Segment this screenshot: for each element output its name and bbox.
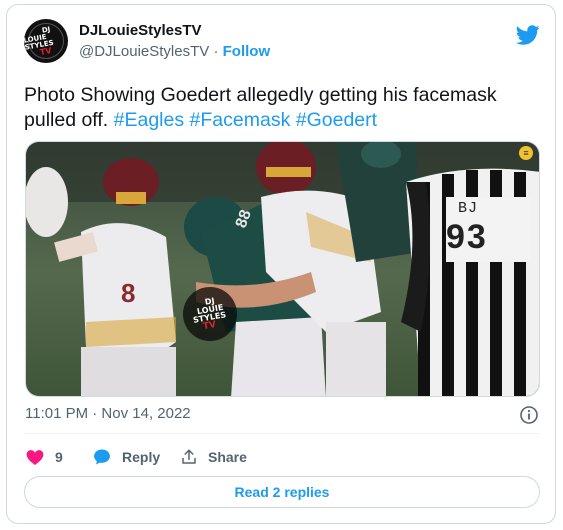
author-handle[interactable]: @DJLouieStylesTV (79, 43, 209, 60)
share-button[interactable]: Share (180, 446, 247, 468)
tweet-photo[interactable]: 8 88 BJ 93 DJ LOUIE STYLES TV ≡ (25, 141, 540, 397)
hashtag-facemask[interactable]: #Facemask (190, 109, 291, 131)
read-replies-button[interactable]: Read 2 replies (24, 476, 540, 508)
media-menu-icon[interactable]: ≡ (519, 146, 533, 160)
tweet-text: Photo Showing Goedert allegedly getting … (24, 83, 540, 133)
share-label: Share (208, 449, 247, 465)
separator-dot: · (213, 43, 219, 60)
like-count: 9 (55, 449, 63, 465)
follow-link[interactable]: Follow (223, 43, 271, 60)
referee-jersey-label: BJ (458, 200, 479, 217)
twitter-bird-icon[interactable] (516, 23, 540, 47)
tweet-card: DJ LOUIE STYLES TV DJLouieStylesTV @DJLo… (6, 4, 556, 524)
referee-jersey-number: 93 (446, 218, 488, 256)
avatar[interactable]: DJ LOUIE STYLES TV (24, 19, 68, 63)
heart-icon (26, 450, 44, 465)
like-button[interactable]: 9 (25, 446, 63, 468)
share-icon (182, 449, 196, 464)
tweet-timestamp[interactable]: 11:01 PM · Nov 14, 2022 (25, 405, 191, 422)
hashtag-goedert[interactable]: #Goedert (296, 109, 377, 131)
divider (24, 433, 540, 434)
tweet-header: DJ LOUIE STYLES TV DJLouieStylesTV @DJLo… (24, 19, 540, 65)
tweet-actions: 9 Reply Share (25, 446, 541, 468)
info-icon[interactable] (519, 405, 539, 425)
football-photo: 8 88 (26, 142, 539, 396)
photo-watermark: DJ LOUIE STYLES TV (183, 287, 237, 341)
hashtag-eagles[interactable]: #Eagles (114, 109, 184, 131)
reply-label: Reply (122, 449, 161, 465)
avatar-text-tv: TV (39, 46, 53, 57)
reply-button[interactable]: Reply (92, 446, 160, 468)
reply-bubble-icon (94, 449, 110, 465)
author-display-name[interactable]: DJLouieStylesTV (79, 22, 202, 40)
watermark-tv: TV (202, 319, 218, 333)
author-handle-row: @DJLouieStylesTV · Follow (79, 43, 270, 61)
svg-text:8: 8 (121, 278, 135, 308)
